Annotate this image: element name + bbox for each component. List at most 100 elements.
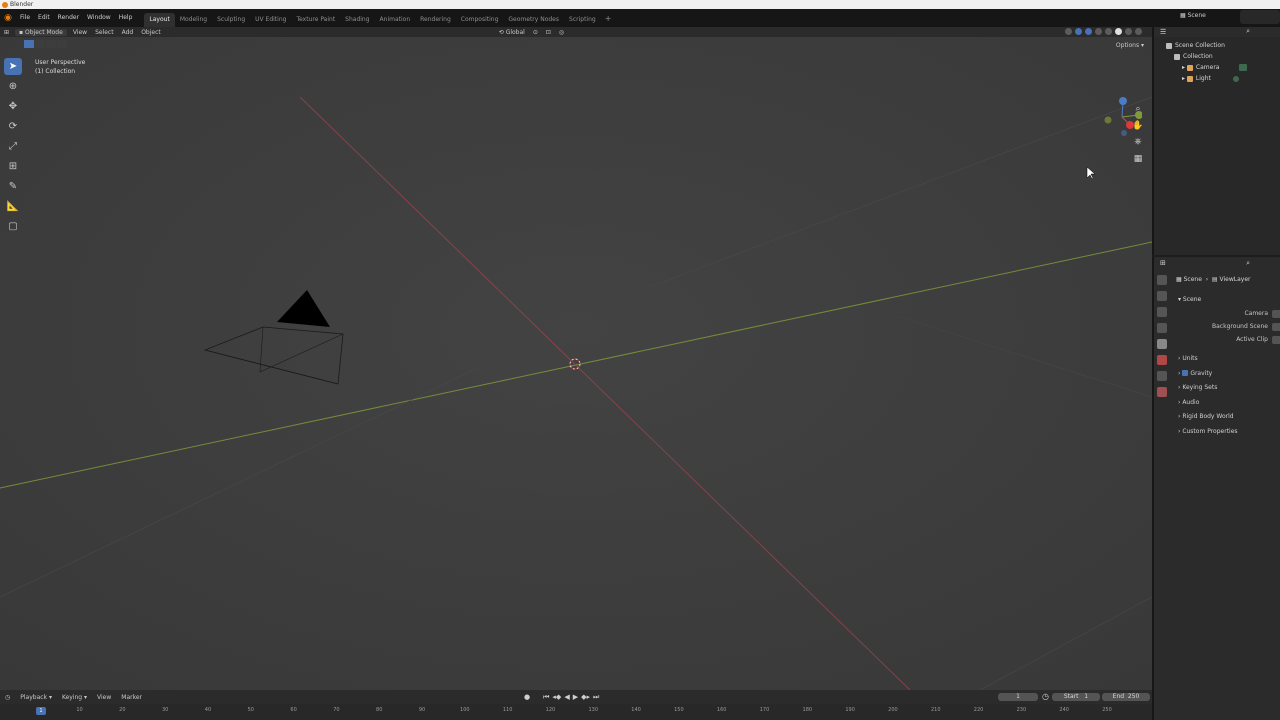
viewport-menu-select[interactable]: Select (91, 29, 118, 36)
world-tab-icon[interactable] (1157, 355, 1167, 365)
xray-toggle-icon[interactable] (1095, 28, 1102, 35)
current-frame-indicator[interactable]: 1 (36, 707, 46, 715)
workspace-tab-modeling[interactable]: Modeling (175, 13, 212, 27)
pan-hand-icon[interactable]: ✋ (1132, 120, 1144, 132)
zoom-icon[interactable]: ⌕ (1132, 103, 1144, 115)
custom-properties-panel[interactable]: › Custom Properties (1174, 425, 1280, 440)
current-frame-field[interactable]: 1 (998, 693, 1038, 701)
outliner-editor-icon[interactable]: ☰ (1160, 28, 1166, 36)
end-frame-field[interactable]: End 250 (1102, 693, 1150, 701)
cursor-tool-icon[interactable]: ⊕ (4, 78, 22, 95)
viewport-menu-view[interactable]: View (69, 29, 91, 36)
workspace-tab-rendering[interactable]: Rendering (415, 13, 456, 27)
scene-panel-header[interactable]: ▾ Scene (1174, 293, 1280, 307)
timeline-menu-view[interactable]: View (92, 694, 116, 701)
tool-tab-icon[interactable] (1157, 275, 1167, 285)
outliner-row-scene-collection[interactable]: Scene Collection (1166, 40, 1280, 51)
editor-type-icon[interactable]: ⊞ (0, 29, 13, 36)
properties-editor-icon[interactable]: ⊞ (1160, 259, 1166, 267)
proportional-edit-icon[interactable]: ◎ (555, 29, 568, 36)
start-frame-field[interactable]: Start 1 (1052, 693, 1100, 701)
scene-tab-icon[interactable] (1157, 339, 1167, 349)
gizmo-neg-z-axis[interactable] (1121, 130, 1127, 136)
measure-tool-icon[interactable]: 📐 (4, 198, 22, 215)
snap-icon[interactable]: ⊡ (542, 29, 555, 36)
keying-sets-panel[interactable]: › Keying Sets (1174, 381, 1280, 396)
add-cube-tool-icon[interactable]: ▢ (4, 218, 22, 235)
viewlayer-selector[interactable] (1240, 10, 1280, 24)
audio-panel[interactable]: › Audio (1174, 396, 1280, 411)
view-layer-tab-icon[interactable] (1157, 323, 1167, 333)
select-mode-invert-icon[interactable] (57, 40, 67, 48)
blender-logo-icon[interactable]: ◉ (0, 13, 16, 23)
outliner-row-light[interactable]: ▸ Light (1166, 73, 1280, 84)
camera-view-icon[interactable]: ⎈ (1132, 136, 1144, 148)
camera-property-field[interactable] (1272, 310, 1280, 318)
gizmo-neg-y-axis[interactable] (1104, 116, 1112, 124)
preview-range-icon[interactable]: ◷ (1042, 692, 1049, 701)
add-workspace-button[interactable]: + (601, 14, 616, 23)
timeline-menu-keying[interactable]: Keying ▾ (57, 694, 92, 701)
select-mode-extend-icon[interactable] (35, 40, 45, 48)
jump-end-icon[interactable]: ⏭ (593, 693, 599, 702)
active-clip-field[interactable] (1272, 336, 1280, 344)
viewport-menu-add[interactable]: Add (118, 29, 138, 36)
properties-search-icon[interactable]: ⌕ (1246, 259, 1250, 268)
camera-data-icon[interactable] (1239, 64, 1248, 71)
jump-start-icon[interactable]: ⏮ (543, 693, 549, 702)
gizmo-toggle-icon[interactable] (1075, 28, 1082, 35)
timeline-ruler[interactable]: 10 20 30 40 50 60 70 80 90 100 110 120 130 140 150 160 1… (0, 704, 1152, 720)
timeline-editor-icon[interactable]: ◷ (0, 694, 15, 701)
menu-file[interactable]: File (16, 9, 34, 27)
workspace-tab-compositing[interactable]: Compositing (456, 13, 504, 27)
timeline-menu-playback[interactable]: Playback ▾ (15, 694, 57, 701)
gravity-panel[interactable]: › Gravity (1174, 367, 1280, 382)
next-keyframe-icon[interactable]: ◆▸ (581, 693, 590, 702)
rigid-body-world-panel[interactable]: › Rigid Body World (1174, 410, 1280, 425)
rendered-shading-icon[interactable] (1135, 28, 1142, 35)
texture-tab-icon[interactable] (1157, 387, 1167, 397)
select-box-tool-icon[interactable]: ➤ (4, 58, 22, 75)
play-reverse-icon[interactable]: ◀ (564, 693, 569, 702)
material-shading-icon[interactable] (1125, 28, 1132, 35)
workspace-tab-animation[interactable]: Animation (375, 13, 416, 27)
output-tab-icon[interactable] (1157, 307, 1167, 317)
gizmo-z-axis[interactable] (1119, 97, 1127, 105)
select-mode-subtract-icon[interactable] (46, 40, 56, 48)
light-data-icon[interactable] (1232, 75, 1239, 82)
pivot-icon[interactable]: ⊙ (529, 29, 542, 36)
menu-window[interactable]: Window (83, 9, 115, 27)
menu-help[interactable]: Help (115, 9, 137, 27)
select-mode-new-icon[interactable] (24, 40, 34, 48)
record-icon[interactable]: ● (524, 693, 530, 702)
render-tab-icon[interactable] (1157, 291, 1167, 301)
viewport-menu-object[interactable]: Object (137, 29, 165, 36)
solid-shading-icon[interactable] (1115, 28, 1122, 35)
transform-orientation-selector[interactable]: ⟲ Global (495, 29, 529, 36)
wireframe-shading-icon[interactable] (1105, 28, 1112, 35)
gravity-checkbox[interactable] (1182, 370, 1189, 376)
collection-tab-icon[interactable] (1157, 371, 1167, 381)
transform-tool-icon[interactable]: ⊞ (4, 158, 22, 175)
workspace-tab-geometry-nodes[interactable]: Geometry Nodes (503, 13, 564, 27)
menu-render[interactable]: Render (54, 9, 83, 27)
outliner-row-collection[interactable]: Collection (1166, 51, 1280, 62)
workspace-tab-shading[interactable]: Shading (340, 13, 374, 27)
mode-selector[interactable]: ▪ Object Mode (15, 28, 67, 36)
workspace-tab-sculpting[interactable]: Sculpting (212, 13, 250, 27)
3d-viewport[interactable]: User Perspective (1) Collection Options … (0, 37, 1152, 690)
workspace-tab-scripting[interactable]: Scripting (564, 13, 601, 27)
workspace-tab-texture-paint[interactable]: Texture Paint (291, 13, 340, 27)
timeline-menu-marker[interactable]: Marker (116, 694, 147, 701)
units-panel[interactable]: › Units (1174, 352, 1280, 367)
overlay-toggle-icon[interactable] (1085, 28, 1092, 35)
options-button[interactable]: Options ▾ (1116, 42, 1144, 49)
perspective-toggle-icon[interactable]: ▦ (1132, 153, 1144, 165)
prev-keyframe-icon[interactable]: ◂◆ (552, 693, 561, 702)
view-object-types-icon[interactable] (1065, 28, 1072, 35)
scale-tool-icon[interactable]: ⤢ (4, 138, 22, 155)
play-icon[interactable]: ▶ (573, 693, 578, 702)
workspace-tab-layout[interactable]: Layout (144, 13, 175, 27)
scene-selector[interactable]: ▦ Scene (1180, 12, 1206, 19)
rotate-tool-icon[interactable]: ⟳ (4, 118, 22, 135)
